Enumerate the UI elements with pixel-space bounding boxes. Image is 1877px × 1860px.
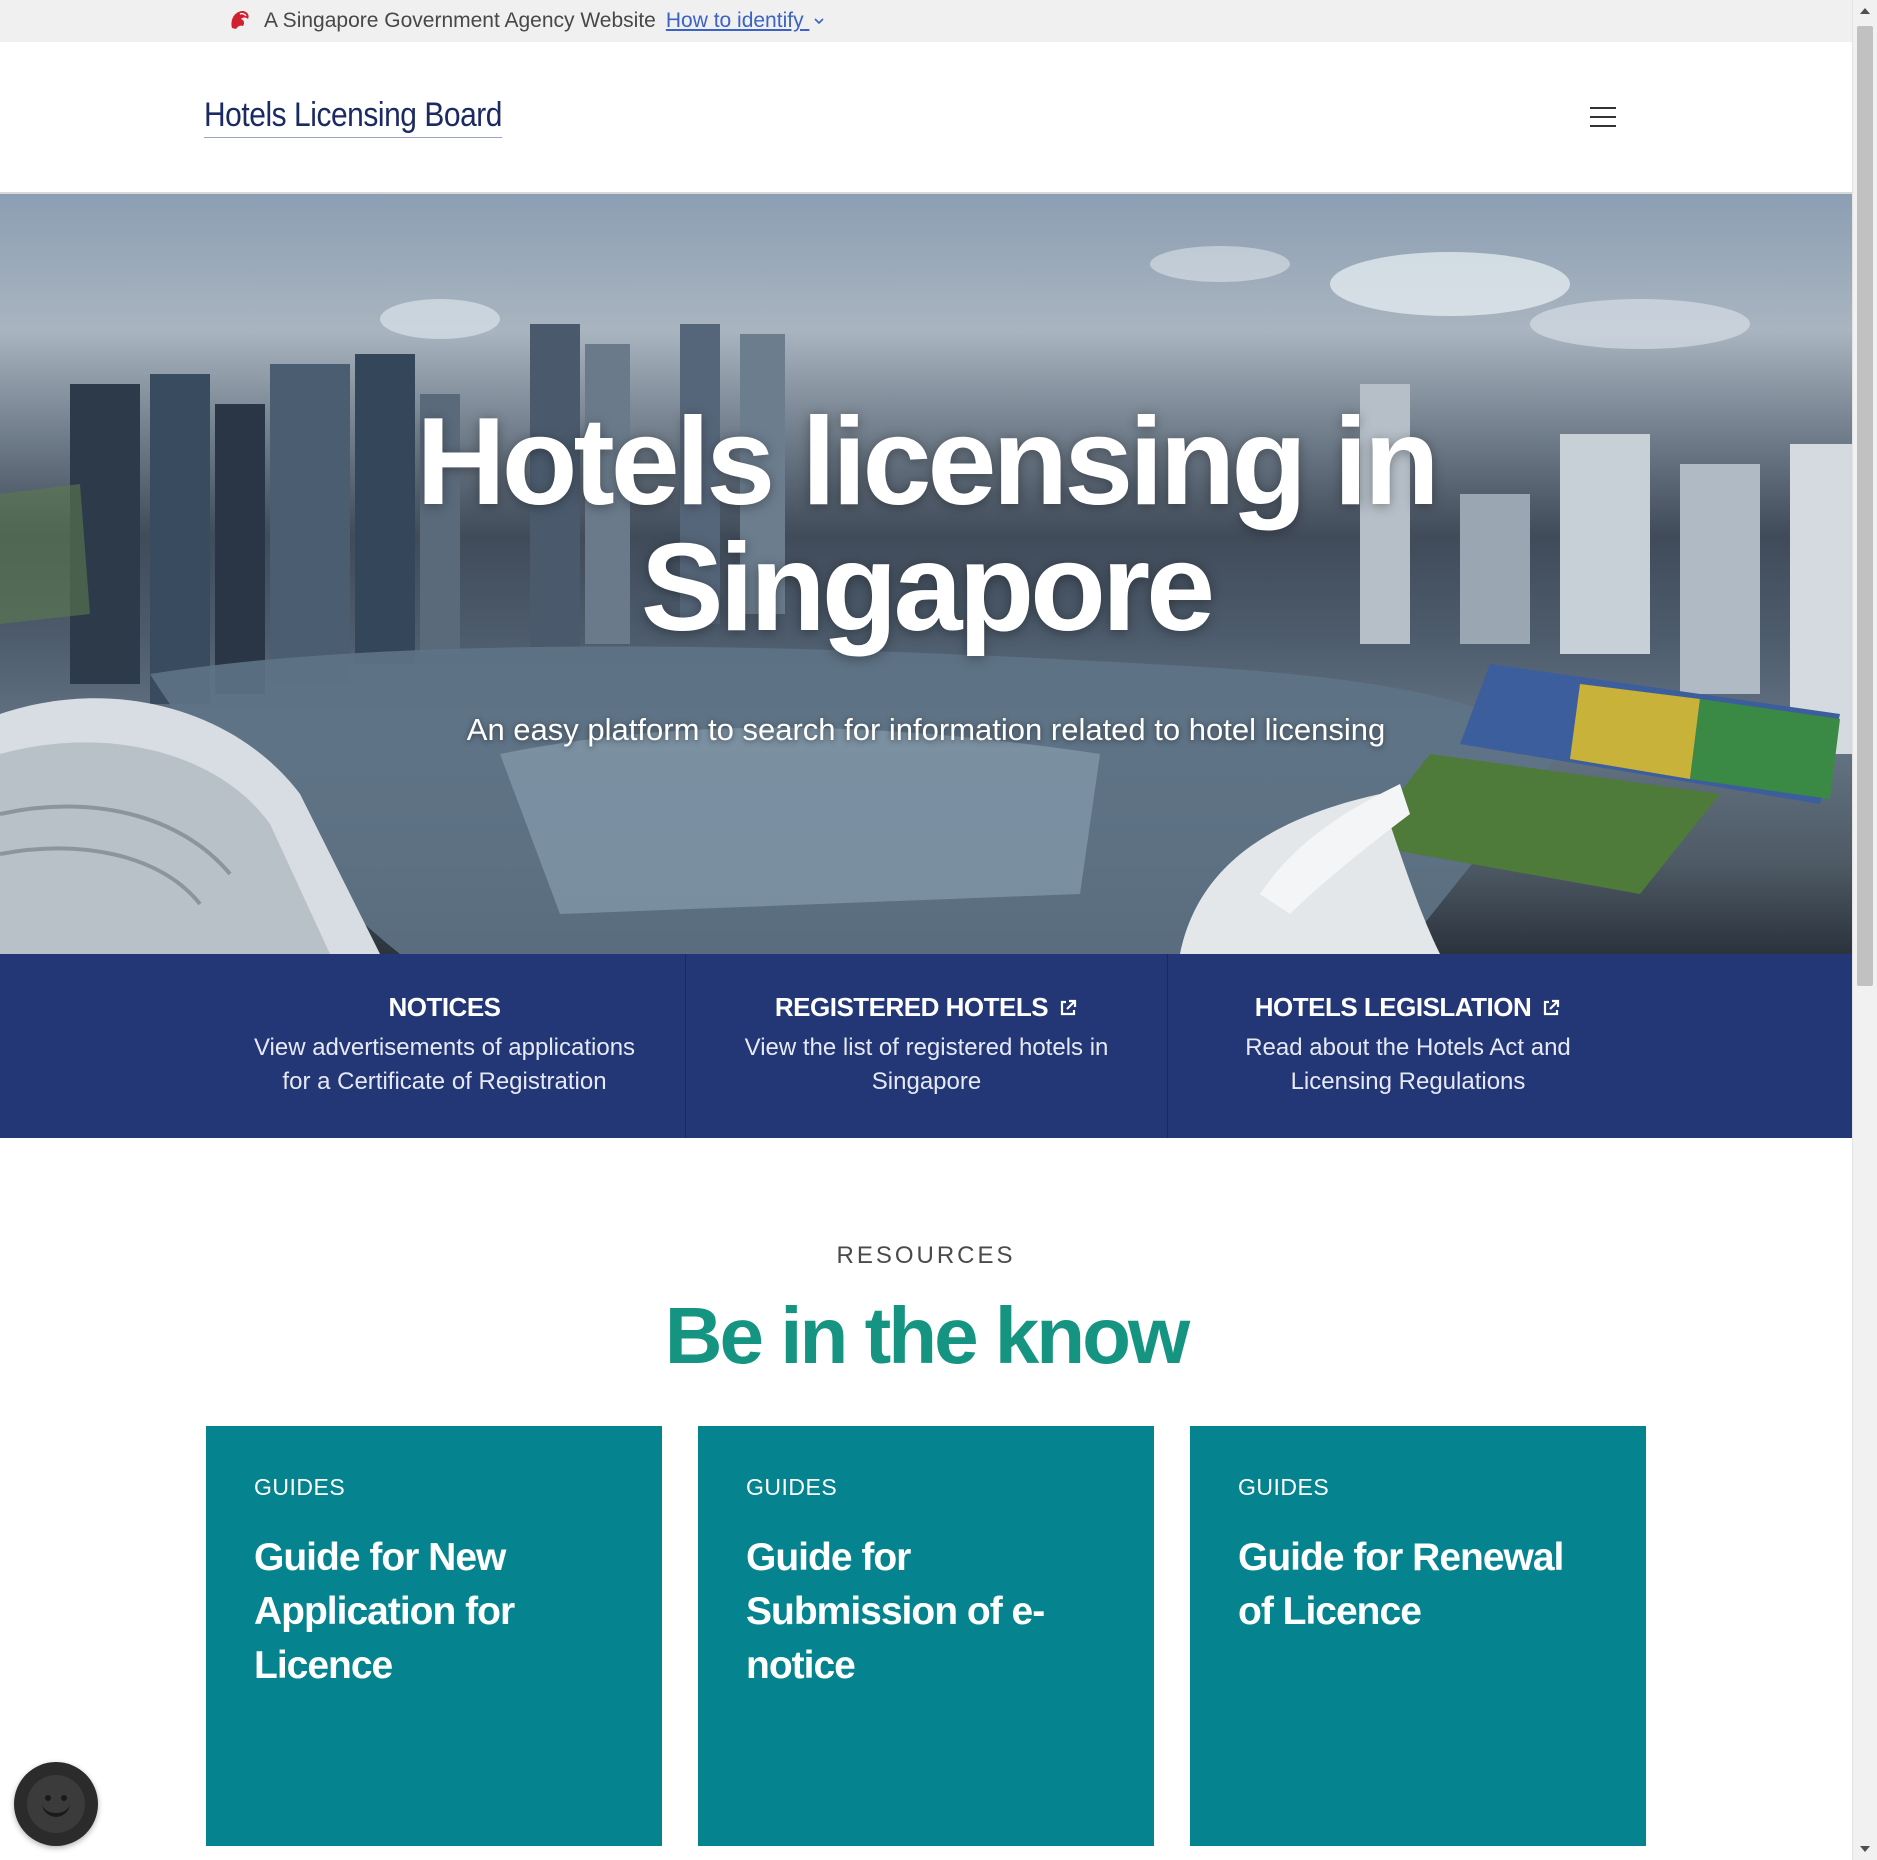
government-masthead: A Singapore Government Agency Website Ho… [0, 0, 1852, 42]
quick-links-band: NOTICES View advertisements of applicati… [0, 954, 1852, 1138]
site-logo[interactable]: Hotels Licensing Board [204, 96, 502, 138]
quick-link-description: View the list of registered hotels in Si… [744, 1034, 1109, 1095]
resource-card-e-notice[interactable]: GUIDES Guide for Submission of e-notice [698, 1426, 1154, 1846]
hero-title: Hotels licensing in Singapore [0, 399, 1852, 651]
external-link-icon [1544, 999, 1560, 1015]
card-title: Guide for New Application for Licence [254, 1536, 515, 1687]
hero-banner: Hotels licensing in Singapore An easy pl… [0, 194, 1852, 954]
quick-link-title-text: HOTELS LEGISLATION [1254, 992, 1532, 1022]
quick-link-title-text: NOTICES [388, 992, 501, 1022]
quick-link-title: NOTICES [388, 992, 501, 1023]
scrollbar-thumb[interactable] [1857, 26, 1873, 986]
section-eyebrow: RESOURCES [836, 1242, 1016, 1269]
how-to-identify-label: How to identify [665, 9, 804, 32]
hero-title-line-2: Singapore [640, 519, 1215, 657]
resources-section: RESOURCES Be in the know GUIDES Guide fo… [0, 1138, 1852, 1846]
external-link-icon [1060, 999, 1077, 1015]
quick-link-hotels-legislation[interactable]: HOTELS LEGISLATION Read about the Hotels… [1168, 954, 1648, 1138]
card-title: Guide for Submission of e-notice [746, 1536, 1045, 1687]
quick-link-description: View advertisements of applications for … [253, 1034, 636, 1095]
card-tag: GUIDES [254, 1474, 346, 1500]
hamburger-menu-icon[interactable] [1590, 107, 1616, 127]
quick-link-notices[interactable]: NOTICES View advertisements of applicati… [204, 954, 686, 1138]
card-tag: GUIDES [1238, 1474, 1330, 1500]
quick-link-description: Read about the Hotels Act and Licensing … [1245, 1034, 1571, 1095]
how-to-identify-link[interactable]: How to identify [666, 9, 827, 33]
lion-head-icon [231, 11, 249, 29]
quick-link-registered-hotels[interactable]: REGISTERED HOTELS View the list of regis… [686, 954, 1168, 1138]
resource-card-new-application[interactable]: GUIDES Guide for New Application for Lic… [206, 1426, 662, 1846]
page: A Singapore Government Agency Website Ho… [0, 0, 1852, 1860]
card-title: Guide for Renewal of Licence [1238, 1536, 1564, 1633]
chevron-down-icon [814, 18, 824, 25]
smiley-face-icon [27, 1775, 85, 1833]
quick-link-title-text: REGISTERED HOTELS [774, 992, 1049, 1022]
hero-title-line-1: Hotels licensing in [416, 393, 1440, 531]
resource-cards: GUIDES Guide for New Application for Lic… [0, 1426, 1852, 1846]
scroll-down-arrow-icon[interactable] [1860, 1846, 1870, 1852]
site-header: Hotels Licensing Board [0, 42, 1852, 194]
hero-subtitle: An easy platform to search for informati… [466, 712, 1386, 747]
masthead-text: A Singapore Government Agency Website [264, 9, 656, 32]
scroll-up-arrow-icon[interactable] [1860, 8, 1870, 14]
resource-card-renewal[interactable]: GUIDES Guide for Renewal of Licence [1190, 1426, 1646, 1846]
page-scrollbar[interactable] [1852, 0, 1877, 1860]
quick-link-title: HOTELS LEGISLATION [1255, 992, 1562, 1023]
quick-link-title: REGISTERED HOTELS [775, 992, 1078, 1023]
card-tag: GUIDES [746, 1474, 838, 1500]
section-heading: Be in the know [664, 1291, 1191, 1380]
chat-bot-icon[interactable] [14, 1762, 98, 1846]
